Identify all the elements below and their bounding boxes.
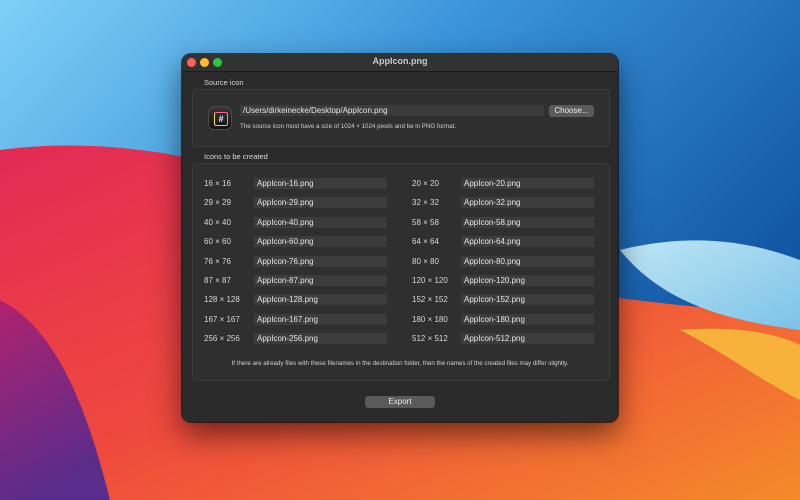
icon-size-label: 512 × 512 bbox=[412, 334, 448, 344]
icon-filename-field[interactable]: AppIcon-152.png bbox=[461, 294, 594, 306]
icon-filename-field[interactable]: AppIcon-29.png bbox=[254, 197, 387, 209]
title-bar: AppIcon.png bbox=[182, 54, 618, 72]
icon-filename-field[interactable]: AppIcon-60.png bbox=[254, 236, 387, 248]
icon-size-label: 20 × 20 bbox=[412, 179, 439, 188]
icon-size-label: 40 × 40 bbox=[204, 217, 231, 227]
icon-size-label: 32 × 32 bbox=[412, 198, 439, 208]
icon-filename-field[interactable]: AppIcon-180.png bbox=[461, 313, 594, 325]
source-icon-hint: The source icon must have a size of 1024… bbox=[240, 123, 457, 130]
icon-filename-field[interactable]: AppIcon-256.png bbox=[254, 333, 387, 345]
icon-filename-field[interactable]: AppIcon-167.png bbox=[254, 313, 387, 325]
icon-filename-field[interactable]: AppIcon-76.png bbox=[254, 255, 387, 267]
icon-filename-field[interactable]: AppIcon-64.png bbox=[461, 236, 594, 248]
choose-button[interactable]: Choose... bbox=[549, 105, 594, 117]
hash-symbol: # bbox=[214, 112, 228, 126]
icon-filename-field[interactable]: AppIcon-20.png bbox=[461, 178, 594, 189]
export-button[interactable]: Export bbox=[365, 396, 435, 408]
filename-note: If there are already files with these fi… bbox=[231, 360, 569, 367]
source-path-field[interactable]: /Users/dirkeinecke/Desktop/AppIcon.png bbox=[240, 105, 544, 116]
icon-size-label: 80 × 80 bbox=[412, 256, 439, 266]
icon-size-label: 58 × 58 bbox=[412, 217, 439, 227]
icons-box bbox=[192, 163, 610, 381]
icon-size-label: 64 × 64 bbox=[412, 237, 439, 247]
icon-filename-field[interactable]: AppIcon-32.png bbox=[461, 197, 594, 209]
source-icon-label: Source icon bbox=[204, 78, 244, 87]
window-title: AppIcon.png bbox=[372, 56, 428, 66]
app-window: AppIcon.png Source icon # /Users/dirkein… bbox=[182, 54, 618, 422]
icon-size-label: 167 × 167 bbox=[204, 314, 240, 324]
icon-size-label: 152 × 152 bbox=[412, 295, 448, 305]
icons-to-be-created-label: Icons to be created bbox=[204, 152, 268, 161]
icon-size-label: 29 × 29 bbox=[204, 198, 231, 208]
icon-size-label: 87 × 87 bbox=[204, 276, 231, 285]
icon-filename-field[interactable]: AppIcon-80.png bbox=[461, 255, 594, 267]
icon-filename-field[interactable]: AppIcon-16.png bbox=[254, 178, 387, 189]
icon-filename-field[interactable]: AppIcon-128.png bbox=[254, 294, 387, 306]
source-icon-box bbox=[192, 89, 610, 147]
icon-size-label: 16 × 16 bbox=[204, 179, 231, 188]
icon-filename-field[interactable]: AppIcon-40.png bbox=[254, 216, 387, 228]
icon-filename-field[interactable]: AppIcon-120.png bbox=[461, 275, 594, 286]
icon-size-label: 128 × 128 bbox=[204, 295, 240, 305]
icon-filename-field[interactable]: AppIcon-87.png bbox=[254, 275, 387, 286]
icon-filename-field[interactable]: AppIcon-512.png bbox=[461, 333, 594, 345]
icon-size-label: 76 × 76 bbox=[204, 256, 231, 266]
icon-size-label: 120 × 120 bbox=[412, 276, 448, 285]
app-icon-preview-icon: # bbox=[208, 106, 232, 130]
icon-filename-field[interactable]: AppIcon-58.png bbox=[461, 216, 594, 228]
icon-size-label: 180 × 180 bbox=[412, 314, 448, 324]
icon-size-label: 256 × 256 bbox=[204, 334, 240, 344]
icon-size-label: 60 × 60 bbox=[204, 237, 231, 247]
